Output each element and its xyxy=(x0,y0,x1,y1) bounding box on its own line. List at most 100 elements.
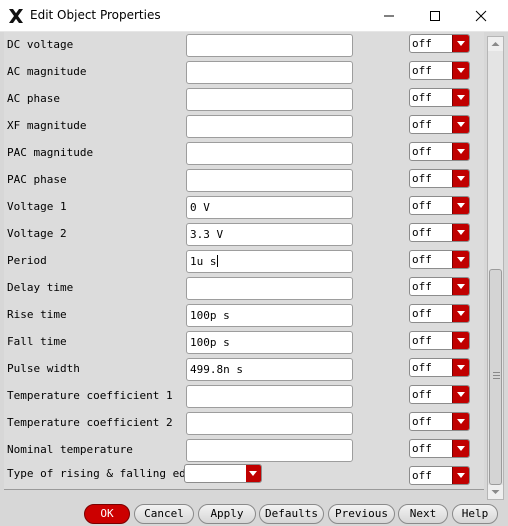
row-label: Type of rising & falling edge xyxy=(7,467,200,480)
maximize-icon xyxy=(430,10,440,21)
row-label: Temperature coefficient 2 xyxy=(7,416,173,429)
properties-list: DC voltage off AC magnitude off AC phase… xyxy=(4,32,484,490)
chevron-down-icon xyxy=(452,332,469,349)
row-nominal-temperature: Nominal temperature off xyxy=(4,437,484,464)
chevron-down-icon xyxy=(452,467,469,484)
value-input[interactable] xyxy=(186,412,353,435)
row-voltage-2: Voltage 2 3.3 V off xyxy=(4,221,484,248)
row-delay-time: Delay time off xyxy=(4,275,484,302)
apply-button[interactable]: Apply xyxy=(198,504,256,524)
sweep-select[interactable]: off xyxy=(409,169,470,188)
defaults-button[interactable]: Defaults xyxy=(259,504,324,524)
chevron-down-icon xyxy=(452,170,469,187)
chevron-down-icon xyxy=(452,62,469,79)
row-label: Nominal temperature xyxy=(7,443,133,456)
close-icon xyxy=(475,10,487,21)
row-label: AC magnitude xyxy=(7,65,87,78)
value-input[interactable] xyxy=(186,142,353,165)
row-period: Period 1u s off xyxy=(4,248,484,275)
scroll-down-button[interactable] xyxy=(488,485,503,499)
sweep-select[interactable]: off xyxy=(409,250,470,269)
title-bar: Edit Object Properties xyxy=(0,0,508,32)
next-button[interactable]: Next xyxy=(398,504,448,524)
sweep-select[interactable]: off xyxy=(409,88,470,107)
row-fall-time: Fall time 100p s off xyxy=(4,329,484,356)
row-ac-magnitude: AC magnitude off xyxy=(4,59,484,86)
chevron-down-icon xyxy=(452,143,469,160)
sweep-select[interactable]: off xyxy=(409,412,470,431)
sweep-select[interactable]: off xyxy=(409,61,470,80)
value-input[interactable] xyxy=(186,115,353,138)
chevron-down-icon xyxy=(452,89,469,106)
value-input[interactable] xyxy=(186,277,353,300)
value-input[interactable] xyxy=(186,385,353,408)
row-label: Temperature coefficient 1 xyxy=(7,389,173,402)
scroll-thumb[interactable] xyxy=(489,269,502,485)
value-input[interactable]: 3.3 V xyxy=(186,223,353,246)
chevron-down-icon xyxy=(452,251,469,268)
row-voltage-1: Voltage 1 0 V off xyxy=(4,194,484,221)
value-input[interactable] xyxy=(186,34,353,57)
chevron-down-icon xyxy=(452,278,469,295)
sweep-select[interactable]: off xyxy=(409,34,470,53)
chevron-down-icon xyxy=(452,386,469,403)
close-button[interactable] xyxy=(458,0,504,31)
arrow-down-icon xyxy=(491,490,500,494)
x-logo-icon xyxy=(9,9,23,23)
row-rise-time: Rise time 100p s off xyxy=(4,302,484,329)
value-input[interactable] xyxy=(186,169,353,192)
row-ac-phase: AC phase off xyxy=(4,86,484,113)
chevron-down-icon xyxy=(452,305,469,322)
row-temperature-coefficient-2: Temperature coefficient 2 off xyxy=(4,410,484,437)
row-pac-phase: PAC phase off xyxy=(4,167,484,194)
row-label: Period xyxy=(7,254,47,267)
sweep-select[interactable]: off xyxy=(409,196,470,215)
sweep-select[interactable]: off xyxy=(409,304,470,323)
scroll-up-button[interactable] xyxy=(488,37,503,51)
button-bar: OK Cancel Apply Defaults Previous Next H… xyxy=(0,504,508,526)
value-input[interactable]: 499.8n s xyxy=(186,358,353,381)
cancel-button[interactable]: Cancel xyxy=(134,504,194,524)
maximize-button[interactable] xyxy=(412,0,458,31)
sweep-select[interactable]: off xyxy=(409,439,470,458)
value-input[interactable] xyxy=(186,61,353,84)
row-label: Pulse width xyxy=(7,362,80,375)
sweep-select[interactable]: off xyxy=(409,466,470,485)
chevron-down-icon xyxy=(452,359,469,376)
sweep-select[interactable]: off xyxy=(409,331,470,350)
value-input[interactable] xyxy=(186,439,353,462)
minimize-button[interactable] xyxy=(366,0,412,31)
previous-button[interactable]: Previous xyxy=(328,504,395,524)
value-input[interactable]: 100p s xyxy=(186,304,353,327)
row-label: Delay time xyxy=(7,281,74,294)
chevron-down-icon xyxy=(452,440,469,457)
row-pulse-width: Pulse width 499.8n s off xyxy=(4,356,484,383)
sweep-select[interactable]: off xyxy=(409,142,470,161)
vertical-scrollbar[interactable] xyxy=(487,36,504,500)
row-label: PAC magnitude xyxy=(7,146,94,159)
value-input[interactable] xyxy=(186,88,353,111)
row-pac-magnitude: PAC magnitude off xyxy=(4,140,484,167)
value-input[interactable]: 0 V xyxy=(186,196,353,219)
dialog-body: DC voltage off AC magnitude off AC phase… xyxy=(0,32,508,526)
sweep-select[interactable]: off xyxy=(409,223,470,242)
row-label: Fall time xyxy=(7,335,67,348)
sweep-select[interactable]: off xyxy=(409,277,470,296)
chevron-down-icon xyxy=(452,35,469,52)
ok-button[interactable]: OK xyxy=(84,504,130,524)
help-button[interactable]: Help xyxy=(452,504,498,524)
chevron-down-icon xyxy=(246,465,261,482)
edge-type-dropdown[interactable] xyxy=(184,464,262,483)
sweep-select[interactable]: off xyxy=(409,385,470,404)
sweep-select[interactable]: off xyxy=(409,115,470,134)
sweep-select[interactable]: off xyxy=(409,358,470,377)
chevron-down-icon xyxy=(452,413,469,430)
minimize-icon xyxy=(384,15,394,16)
row-label: PAC phase xyxy=(7,173,67,186)
arrow-up-icon xyxy=(491,42,500,46)
text-cursor xyxy=(216,255,218,267)
row-label: Voltage 2 xyxy=(7,227,67,240)
value-input[interactable]: 100p s xyxy=(186,331,353,354)
chevron-down-icon xyxy=(452,116,469,133)
value-input[interactable]: 1u s xyxy=(186,250,353,273)
